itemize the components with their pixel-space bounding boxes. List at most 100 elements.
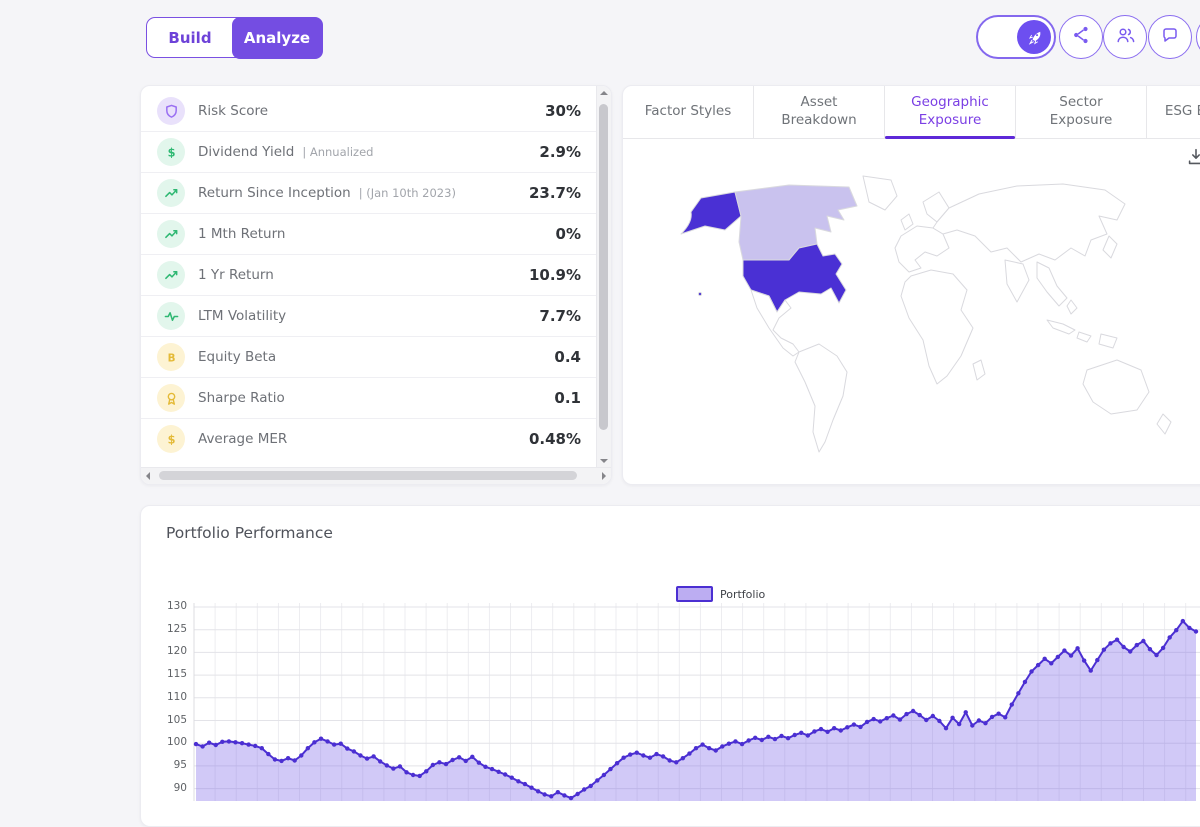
tab-sector-exposure[interactable]: Sector Exposure [1016, 86, 1147, 138]
metric-sublabel: | (Jan 10th 2023) [359, 186, 456, 200]
trend-up-icon [157, 220, 185, 248]
more-action-button[interactable] [1196, 15, 1200, 59]
svg-text:$: $ [167, 146, 175, 159]
scroll-up-arrow[interactable] [600, 91, 608, 95]
metric-sublabel: | Annualized [302, 145, 373, 159]
map-region-new-guinea [1099, 334, 1117, 348]
dollar-icon: $ [157, 138, 185, 166]
metric-label: Dividend Yield [198, 144, 294, 160]
metric-list: Risk Score 30% $ Dividend Yield | Annualized… [141, 91, 597, 468]
share-button[interactable] [1059, 15, 1103, 59]
exposure-tabs: Factor StylesAsset BreakdownGeographic E… [623, 86, 1200, 139]
trend-up-icon [157, 261, 185, 289]
metric-row: Risk Score 30% [141, 91, 597, 132]
map-region-greenland [863, 176, 897, 210]
tab-geographic-exposure[interactable]: Geographic Exposure [885, 86, 1016, 138]
horizontal-scrollbar[interactable] [141, 467, 611, 484]
tab-esg-exposure[interactable]: ESG Exposure [1147, 86, 1200, 138]
rocket-switch[interactable] [976, 15, 1056, 59]
trend-up-icon [157, 179, 185, 207]
metric-label: Equity Beta [198, 349, 276, 365]
build-analyze-toggle: Build Analyze [146, 17, 322, 58]
metric-label: Risk Score [198, 103, 268, 119]
vertical-scroll-thumb[interactable] [599, 104, 608, 430]
map-region-australia [1083, 360, 1149, 414]
metric-row: B Equity Beta 0.4 [141, 337, 597, 378]
metrics-panel: Risk Score 30% $ Dividend Yield | Annualized… [140, 85, 612, 485]
tab-factor-styles[interactable]: Factor Styles [623, 86, 754, 138]
map-region-asia [933, 184, 1125, 262]
y-tick-label: 110 [147, 691, 187, 703]
comments-button[interactable] [1148, 15, 1192, 59]
metric-value: 2.9% [539, 143, 581, 161]
build-button[interactable]: Build [147, 18, 233, 57]
svg-text:B: B [167, 352, 175, 364]
metric-label: Average MER [198, 431, 287, 447]
map-region-india [1005, 260, 1029, 302]
horizontal-scroll-thumb[interactable] [159, 471, 577, 480]
performance-chart[interactable] [191, 601, 1200, 801]
y-tick-label: 100 [147, 736, 187, 748]
world-map [639, 172, 1199, 467]
y-tick-label: 120 [147, 645, 187, 657]
metric-row: LTM Volatility7.7% [141, 296, 597, 337]
map-region-hawaii[interactable] [698, 292, 701, 295]
metric-label: Sharpe Ratio [198, 390, 285, 406]
download-icon [1185, 153, 1200, 172]
metric-label: 1 Mth Return [198, 226, 285, 242]
metric-row: 1 Yr Return 10.9% [141, 255, 597, 296]
metric-value: 0.4 [554, 348, 581, 366]
collaborators-button[interactable] [1103, 15, 1147, 59]
y-tick-label: 115 [147, 668, 187, 680]
scroll-down-arrow[interactable] [600, 459, 608, 463]
scroll-right-arrow[interactable] [602, 472, 606, 480]
map-region-alaska[interactable] [681, 192, 741, 234]
map-region-se-asia [1037, 262, 1067, 306]
vertical-scrollbar[interactable] [596, 86, 611, 468]
activity-icon [157, 302, 185, 330]
legend-swatch [676, 586, 713, 602]
performance-panel: Portfolio Performance Portfolio 130 125 12… [140, 505, 1200, 827]
metric-value: 0.1 [554, 389, 581, 407]
shield-icon [157, 97, 185, 125]
beta-icon: B [157, 343, 185, 371]
metric-row: Return Since Inception| (Jan 10th 2023)2… [141, 173, 597, 214]
exposure-panel: Factor StylesAsset BreakdownGeographic E… [622, 85, 1200, 485]
download-button[interactable] [1185, 146, 1200, 170]
performance-title: Portfolio Performance [166, 524, 333, 542]
rocket-icon [1017, 20, 1051, 54]
y-tick-label: 90 [147, 782, 187, 794]
metric-row: $ Average MER 0.48% [141, 419, 597, 459]
map-region-madagascar [973, 360, 985, 380]
chat-icon [1159, 24, 1181, 50]
y-tick-label: 95 [147, 759, 187, 771]
metric-value: 30% [545, 102, 581, 120]
metric-value: 10.9% [529, 266, 581, 284]
y-tick-label: 130 [147, 600, 187, 612]
dollar-icon: $ [157, 425, 185, 453]
map-region-philippines [1067, 300, 1077, 314]
award-icon [157, 384, 185, 412]
share-icon [1070, 24, 1092, 50]
metric-value: 0.48% [529, 430, 581, 448]
map-region-japan [1103, 236, 1117, 258]
tab-asset-breakdown[interactable]: Asset Breakdown [754, 86, 885, 138]
map-region-indonesia-2 [1077, 332, 1091, 342]
analyze-button[interactable]: Analyze [232, 17, 323, 59]
map-region-new-zealand [1157, 414, 1171, 434]
y-tick-label: 105 [147, 714, 187, 726]
legend-label: Portfolio [720, 588, 765, 601]
metric-value: 0% [556, 225, 581, 243]
scroll-left-arrow[interactable] [146, 472, 150, 480]
metric-label: 1 Yr Return [198, 267, 274, 283]
map-region-africa [901, 270, 973, 384]
chart-legend[interactable]: Portfolio [676, 586, 765, 602]
users-icon [1114, 24, 1136, 50]
metric-row: Sharpe Ratio 0.1 [141, 378, 597, 419]
map-region-indonesia [1047, 320, 1075, 334]
metric-label: Return Since Inception [198, 185, 351, 201]
y-tick-label: 125 [147, 623, 187, 635]
map-region-canada[interactable] [735, 185, 857, 260]
metric-row: 1 Mth Return 0% [141, 214, 597, 255]
metric-value: 7.7% [539, 307, 581, 325]
